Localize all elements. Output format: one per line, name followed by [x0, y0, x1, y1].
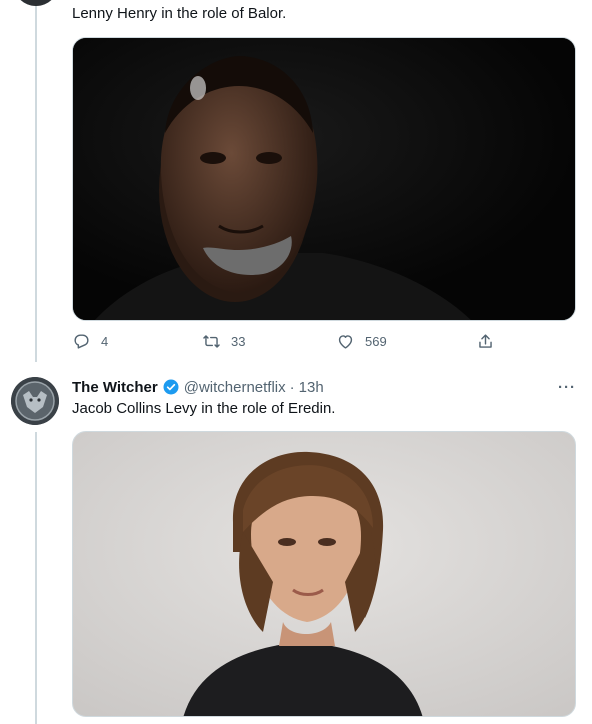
share-button[interactable]	[476, 332, 495, 351]
tweet-time[interactable]: 13h	[299, 379, 324, 396]
like-button[interactable]: 569	[336, 332, 387, 351]
more-icon: ···	[558, 378, 576, 396]
portrait-jacob-collins-levy	[73, 432, 575, 716]
like-count: 569	[365, 334, 387, 349]
tweet-image[interactable]	[72, 37, 576, 321]
thread-connector-line	[35, 0, 37, 362]
heart-icon	[338, 335, 353, 349]
reply-button[interactable]: 4	[72, 332, 108, 351]
separator-dot: ·	[289, 378, 295, 396]
reply-icon	[74, 334, 89, 349]
tweet-header: The Witcher @witchernetflix · 13h	[72, 377, 324, 397]
reply-count: 4	[101, 334, 109, 349]
tweet-image-2[interactable]	[72, 431, 576, 717]
tweet-actions: 4 33 569	[72, 332, 576, 356]
retweet-icon	[203, 335, 220, 348]
witcher-medallion-icon	[11, 377, 59, 425]
share-icon	[479, 334, 492, 348]
previous-avatar[interactable]	[13, 0, 59, 6]
tweet-text: Lenny Henry in the role of Balor.	[72, 5, 287, 22]
author-name[interactable]: The Witcher	[72, 379, 158, 396]
retweet-button[interactable]: 33	[202, 332, 245, 351]
more-options-button[interactable]: ···	[556, 376, 578, 398]
thread-connector-line-2	[35, 432, 37, 724]
retweet-count: 33	[231, 334, 246, 349]
tweet-text-2: Jacob Collins Levy in the role of Eredin…	[72, 400, 336, 417]
verified-badge-icon	[162, 378, 180, 396]
author-handle[interactable]: @witchernetflix	[184, 379, 286, 396]
portrait-lenny-henry	[73, 38, 575, 320]
avatar[interactable]	[11, 377, 59, 425]
